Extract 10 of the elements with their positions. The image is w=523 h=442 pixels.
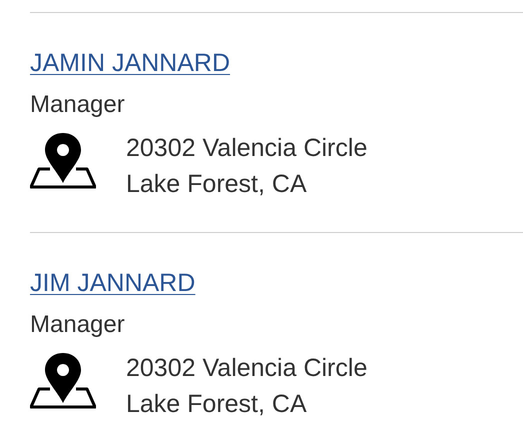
address-line: 20302 Valencia Circle [126, 133, 368, 164]
contact-role: Manager [30, 310, 126, 340]
contact-role: Manager [30, 90, 126, 120]
contact-name-link[interactable]: JAMIN JANNARD [30, 48, 230, 78]
address-line: 20302 Valencia Circle [126, 353, 368, 384]
address-line: Lake Forest, CA [126, 169, 308, 200]
address-line: Lake Forest, CA [126, 389, 308, 420]
map-pin-icon [30, 131, 96, 189]
map-pin-icon [30, 351, 96, 409]
contact-name-link[interactable]: JIM JANNARD [30, 268, 196, 298]
